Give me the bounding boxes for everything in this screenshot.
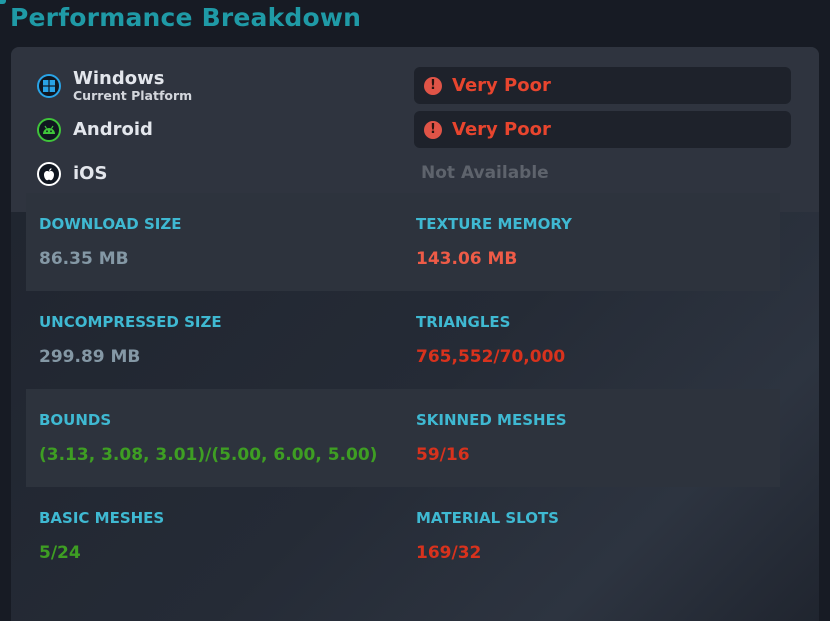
stats-row: BOUNDS (3.13, 3.08, 3.01)/(5.00, 6.00, 5… <box>26 389 780 487</box>
stat-label: TRIANGLES <box>416 313 511 331</box>
corner-accent <box>0 0 6 4</box>
stat-value: 86.35 MB <box>39 249 129 269</box>
stats-row: UNCOMPRESSED SIZE 299.89 MB TRIANGLES 76… <box>26 291 780 389</box>
platform-ios: iOS <box>37 162 107 186</box>
stat-download-size: DOWNLOAD SIZE 86.35 MB <box>26 193 403 291</box>
stat-triangles: TRIANGLES 765,552/70,000 <box>403 291 780 389</box>
stats-row: DOWNLOAD SIZE 86.35 MB TEXTURE MEMORY 14… <box>26 193 780 291</box>
rating-windows: ! Very Poor <box>414 67 791 104</box>
stat-texture-memory: TEXTURE MEMORY 143.06 MB <box>403 193 780 291</box>
stats-row: BASIC MESHES 5/24 MATERIAL SLOTS 169/32 <box>26 487 780 585</box>
stat-value: 169/32 <box>416 543 482 563</box>
platform-windows: Windows Current Platform <box>37 69 192 103</box>
stat-label: DOWNLOAD SIZE <box>39 215 182 233</box>
rating-label: Very Poor <box>452 75 551 96</box>
stat-value: 765,552/70,000 <box>416 347 566 367</box>
warning-icon: ! <box>424 76 442 95</box>
stat-basic-meshes: BASIC MESHES 5/24 <box>26 487 403 585</box>
rating-label: Very Poor <box>452 119 551 140</box>
stat-label: TEXTURE MEMORY <box>416 215 572 233</box>
platform-ratings: Windows Current Platform ! Very Poor And… <box>11 47 819 212</box>
android-icon <box>37 118 61 142</box>
apple-icon <box>37 162 61 186</box>
stat-bounds: BOUNDS (3.13, 3.08, 3.01)/(5.00, 6.00, 5… <box>26 389 403 487</box>
stat-value: 5/24 <box>39 543 81 563</box>
warning-icon: ! <box>424 120 442 139</box>
stat-skinned-meshes: SKINNED MESHES 59/16 <box>403 389 780 487</box>
platform-android: Android <box>37 118 153 142</box>
rating-ios: Not Available <box>421 163 549 183</box>
platform-name: iOS <box>73 163 108 184</box>
windows-icon <box>37 74 61 98</box>
stat-label: SKINNED MESHES <box>416 411 567 429</box>
rating-android: ! Very Poor <box>414 111 791 148</box>
platform-name: Android <box>73 119 153 140</box>
stat-value: 299.89 MB <box>39 347 141 367</box>
stat-value: 59/16 <box>416 445 470 465</box>
stat-value: (3.13, 3.08, 3.01)/(5.00, 6.00, 5.00) <box>39 445 378 465</box>
stat-uncompressed-size: UNCOMPRESSED SIZE 299.89 MB <box>26 291 403 389</box>
stat-label: BOUNDS <box>39 411 112 429</box>
page-title: Performance Breakdown <box>10 3 362 32</box>
platform-subtitle: Current Platform <box>73 88 193 103</box>
stat-material-slots: MATERIAL SLOTS 169/32 <box>403 487 780 585</box>
stat-label: UNCOMPRESSED SIZE <box>39 313 222 331</box>
stat-label: BASIC MESHES <box>39 509 165 527</box>
platform-name: Windows <box>73 68 165 89</box>
stat-label: MATERIAL SLOTS <box>416 509 559 527</box>
stat-value: 143.06 MB <box>416 249 518 269</box>
stats-grid: DOWNLOAD SIZE 86.35 MB TEXTURE MEMORY 14… <box>26 193 780 585</box>
